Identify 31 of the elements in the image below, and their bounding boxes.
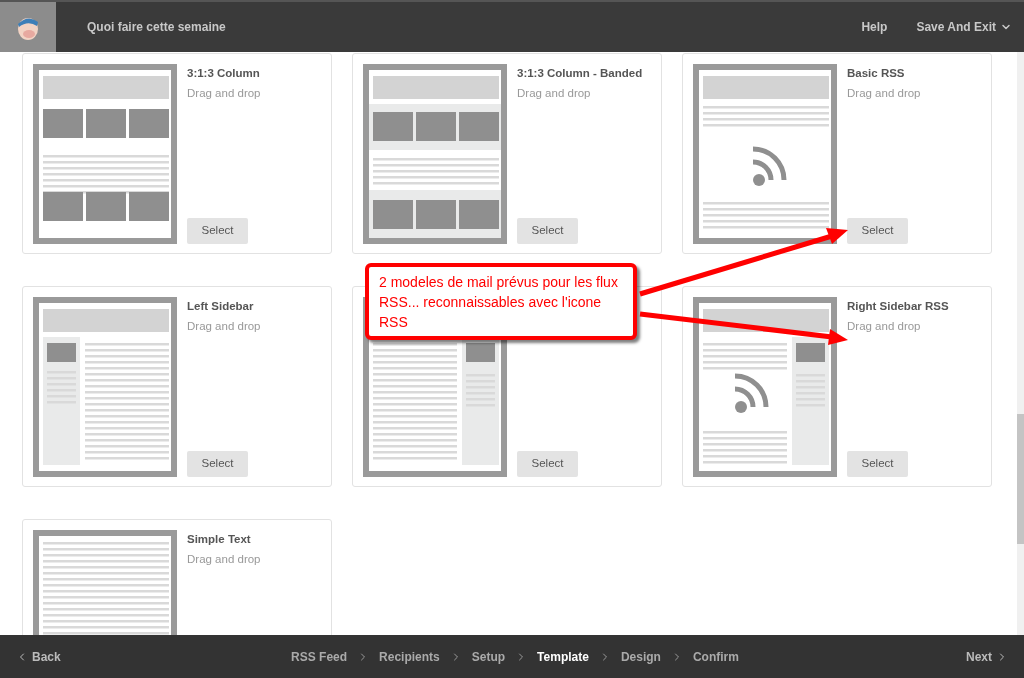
template-type: Drag and drop — [517, 86, 592, 100]
template-type: Drag and drop — [847, 319, 922, 333]
template-type: Drag and drop — [847, 86, 922, 100]
template-title: Simple Text — [187, 532, 252, 546]
step-link[interactable]: Recipients — [379, 647, 440, 666]
callout-text: 2 modeles de mail prévus pour les flux RSS... reconnaissables avec l'icone RSS — [379, 273, 619, 332]
campaign-title: Quoi faire cette semaine — [87, 19, 226, 36]
select-button[interactable]: Select — [187, 451, 248, 477]
template-type: Drag and drop — [187, 552, 262, 566]
step-link[interactable]: Template — [537, 647, 589, 666]
step-link[interactable]: RSS Feed — [291, 647, 348, 666]
select-button[interactable]: Select — [517, 451, 578, 477]
scrollbar-thumb[interactable] — [1017, 414, 1024, 544]
save-and-exit-menu[interactable]: Save And Exit — [916, 18, 1012, 36]
template-title: Left Sidebar — [187, 299, 255, 313]
select-button[interactable]: Select — [187, 218, 248, 244]
template-type: Drag and drop — [187, 319, 262, 333]
template-type: Drag and drop — [187, 86, 262, 100]
template-title: 3:1:3 Column - Banded — [517, 66, 644, 80]
select-button[interactable]: Select — [517, 218, 578, 244]
select-button[interactable]: Select — [847, 451, 908, 477]
help-link[interactable]: Help — [861, 18, 888, 36]
template-title: Right Sidebar RSS — [847, 299, 950, 313]
next-button[interactable]: Next — [888, 647, 1008, 666]
step-link[interactable]: Design — [620, 647, 661, 666]
template-title: Basic RSS — [847, 66, 906, 80]
back-button[interactable]: Back — [16, 647, 136, 666]
step-link[interactable]: Setup — [471, 647, 506, 666]
select-button[interactable]: Select — [847, 218, 908, 244]
template-title: 3:1:3 Column — [187, 66, 261, 80]
step-link[interactable]: Confirm — [692, 647, 739, 666]
